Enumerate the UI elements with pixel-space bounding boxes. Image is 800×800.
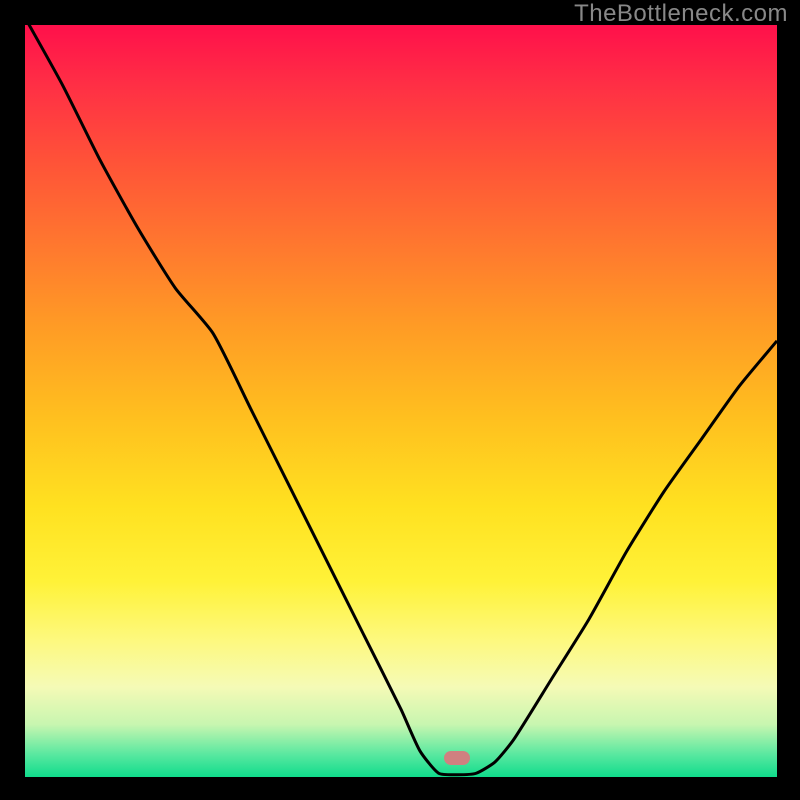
- plot-area: [25, 25, 777, 777]
- bottleneck-curve: [25, 25, 777, 777]
- chart-frame: TheBottleneck.com: [0, 0, 800, 800]
- watermark-text: TheBottleneck.com: [574, 0, 788, 28]
- curve-path: [25, 25, 777, 775]
- optimal-point-marker: [444, 751, 470, 765]
